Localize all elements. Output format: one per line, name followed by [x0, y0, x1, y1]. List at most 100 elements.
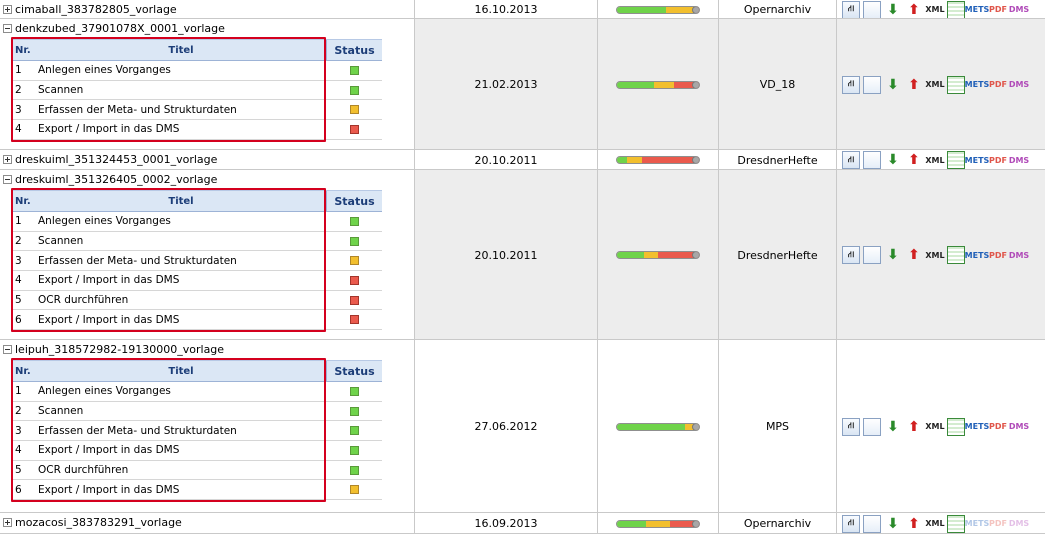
pdf-icon[interactable]: PDF	[989, 246, 1007, 264]
upload-arrow-icon[interactable]: ⬆	[905, 418, 923, 436]
dms-icon[interactable]: DMS	[1009, 418, 1029, 436]
dms-icon[interactable]: DMS	[1009, 1, 1029, 19]
list-icon[interactable]	[947, 417, 965, 436]
download-arrow-icon[interactable]: ⬇	[884, 246, 902, 264]
list-icon[interactable]	[947, 514, 965, 533]
pdf-icon[interactable]: PDF	[989, 76, 1007, 94]
dms-icon[interactable]: DMS	[1009, 151, 1029, 169]
process-row: dreskuiml_351326405_0002_vorlage Nr. Titel…	[0, 170, 1045, 340]
title-line: denkzubed_37901078X_0001_vorlage	[3, 22, 225, 35]
title-cell: cimaball_383782805_vorlage	[0, 0, 415, 19]
title-line: leipuh_318572982-19130000_vorlage	[3, 343, 224, 356]
status-green-indicator[interactable]	[349, 236, 359, 246]
upload-arrow-icon[interactable]: ⬆	[905, 515, 923, 533]
mets-icon[interactable]: METS	[965, 76, 990, 94]
pdf-icon[interactable]: PDF	[989, 515, 1007, 533]
status-green-indicator[interactable]	[349, 85, 359, 95]
project-name: DresdnerHefte	[737, 153, 818, 167]
document-icon[interactable]	[863, 246, 881, 264]
status-green-indicator[interactable]	[349, 386, 359, 396]
progress-red-segment	[641, 157, 699, 163]
document-icon[interactable]	[863, 151, 881, 169]
project-name: DresdnerHefte	[737, 248, 818, 262]
collapse-icon[interactable]	[3, 345, 12, 354]
mets-icon[interactable]: METS	[965, 1, 990, 19]
tree-icon[interactable]: ⛙	[842, 0, 860, 19]
document-icon[interactable]	[863, 417, 881, 436]
process-title[interactable]: leipuh_318572982-19130000_vorlage	[15, 343, 224, 356]
status-green-indicator[interactable]	[349, 426, 359, 436]
progress-cell	[598, 0, 719, 19]
pdf-icon[interactable]: PDF	[989, 1, 1007, 19]
status-red-indicator[interactable]	[349, 124, 359, 134]
pdf-icon[interactable]: PDF	[989, 151, 1007, 169]
upload-arrow-icon[interactable]: ⬆	[905, 151, 923, 169]
list-icon[interactable]	[947, 246, 965, 264]
status-green-indicator[interactable]	[349, 216, 359, 226]
date-cell: 27.06.2012	[415, 340, 598, 513]
tree-icon[interactable]: ⛙	[842, 514, 860, 533]
document-icon[interactable]	[863, 514, 881, 533]
title-line: dreskuiml_351326405_0002_vorlage	[3, 173, 217, 186]
document-icon[interactable]	[863, 0, 881, 19]
xml-icon[interactable]: XML	[925, 151, 944, 169]
title-line: dreskuiml_351324453_0001_vorlage	[3, 153, 217, 166]
process-title[interactable]: dreskuiml_351326405_0002_vorlage	[15, 173, 217, 186]
process-title[interactable]: dreskuiml_351324453_0001_vorlage	[15, 153, 217, 166]
download-arrow-icon[interactable]: ⬇	[884, 76, 902, 94]
mets-icon[interactable]: METS	[965, 418, 990, 436]
process-title[interactable]: mozacosi_383783291_vorlage	[15, 516, 182, 529]
collapse-icon[interactable]	[3, 175, 12, 184]
list-icon[interactable]	[947, 151, 965, 169]
tree-icon[interactable]: ⛙	[842, 75, 860, 94]
list-icon[interactable]	[947, 0, 965, 19]
process-title[interactable]: cimaball_383782805_vorlage	[15, 3, 177, 16]
mets-icon[interactable]: METS	[965, 515, 990, 533]
status-yellow-indicator[interactable]	[349, 105, 359, 115]
collapse-icon[interactable]	[3, 24, 12, 33]
download-arrow-icon[interactable]: ⬇	[884, 1, 902, 19]
document-icon[interactable]	[863, 75, 881, 94]
status-green-indicator[interactable]	[349, 65, 359, 75]
pdf-icon[interactable]: PDF	[989, 418, 1007, 436]
status-yellow-indicator[interactable]	[349, 256, 359, 266]
xml-icon[interactable]: XML	[925, 418, 944, 436]
progress-bar	[616, 5, 700, 14]
status-yellow-indicator[interactable]	[349, 485, 359, 495]
upload-arrow-icon[interactable]: ⬆	[905, 246, 923, 264]
expand-icon[interactable]	[3, 155, 12, 164]
dms-icon[interactable]: DMS	[1009, 76, 1029, 94]
status-green-indicator[interactable]	[349, 406, 359, 416]
date-cell: 20.10.2011	[415, 150, 598, 170]
progress-bar	[616, 422, 700, 431]
status-green-indicator[interactable]	[349, 445, 359, 455]
status-red-indicator[interactable]	[349, 295, 359, 305]
xml-icon[interactable]: XML	[925, 1, 944, 19]
tree-icon[interactable]: ⛙	[842, 246, 860, 264]
status-red-indicator[interactable]	[349, 315, 359, 325]
progress-cell	[598, 150, 719, 170]
xml-icon[interactable]: XML	[925, 246, 944, 264]
progress-cell	[598, 513, 719, 534]
upload-arrow-icon[interactable]: ⬆	[905, 76, 923, 94]
actions-cell: ⛙ ⬇ ⬆ XML METS PDF DMS	[837, 0, 1045, 19]
expand-icon[interactable]	[3, 5, 12, 14]
download-arrow-icon[interactable]: ⬇	[884, 515, 902, 533]
process-title[interactable]: denkzubed_37901078X_0001_vorlage	[15, 22, 225, 35]
dms-icon[interactable]: DMS	[1009, 246, 1029, 264]
xml-icon[interactable]: XML	[925, 76, 944, 94]
tree-icon[interactable]: ⛙	[842, 417, 860, 436]
status-green-indicator[interactable]	[349, 465, 359, 475]
status-red-indicator[interactable]	[349, 275, 359, 285]
project-cell: VD_18	[719, 19, 837, 150]
mets-icon[interactable]: METS	[965, 246, 990, 264]
upload-arrow-icon[interactable]: ⬆	[905, 1, 923, 19]
expand-icon[interactable]	[3, 518, 12, 527]
xml-icon[interactable]: XML	[925, 515, 944, 533]
mets-icon[interactable]: METS	[965, 151, 990, 169]
dms-icon[interactable]: DMS	[1009, 515, 1029, 533]
list-icon[interactable]	[947, 75, 965, 94]
download-arrow-icon[interactable]: ⬇	[884, 151, 902, 169]
tree-icon[interactable]: ⛙	[842, 151, 860, 169]
download-arrow-icon[interactable]: ⬇	[884, 418, 902, 436]
